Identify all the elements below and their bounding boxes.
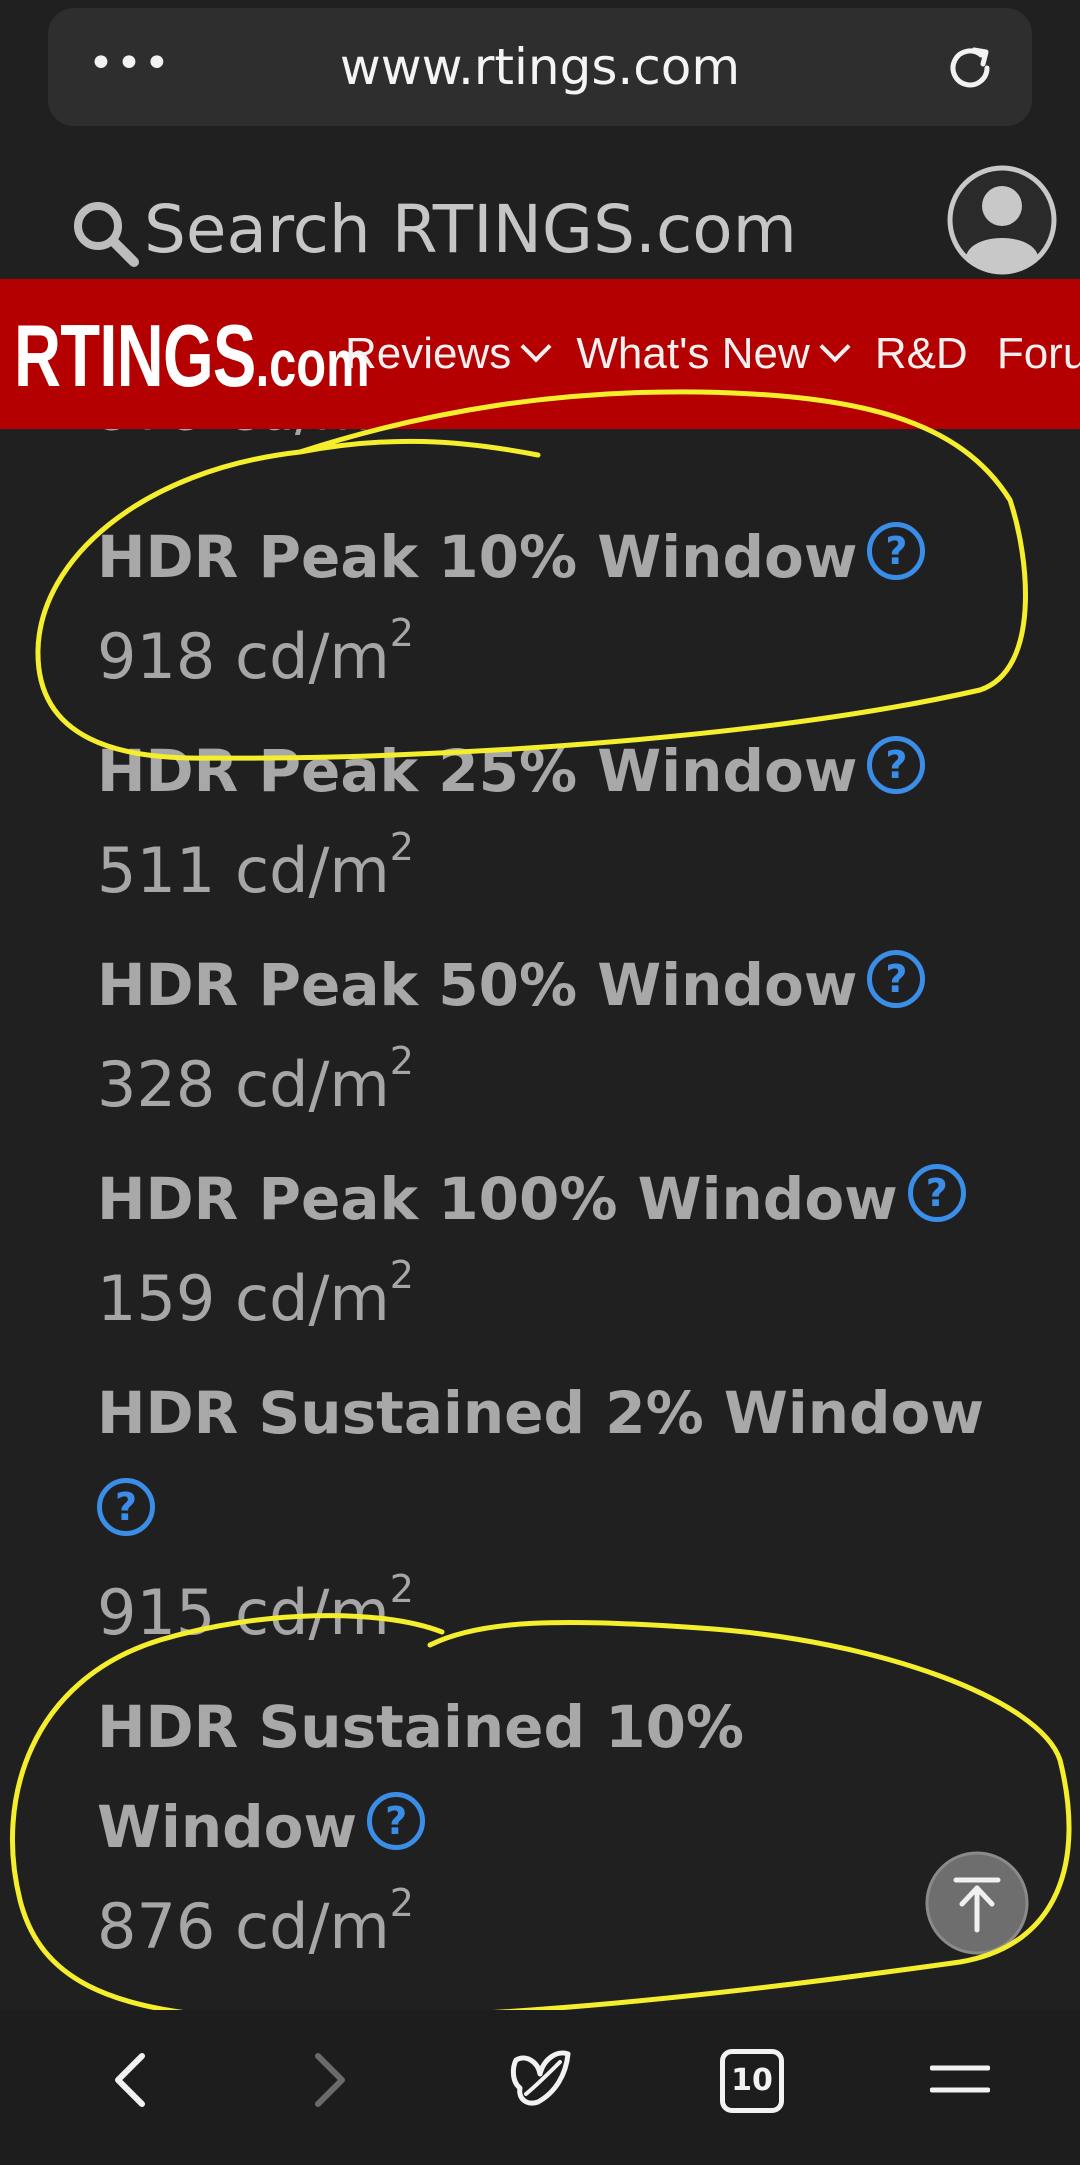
account-avatar-icon[interactable] xyxy=(946,164,1058,276)
help-icon[interactable]: ? xyxy=(367,1791,426,1850)
browser-home-icon[interactable] xyxy=(504,2044,576,2116)
nav-reviews[interactable]: Reviews xyxy=(345,279,552,429)
partial-value: 979 cd/m2 xyxy=(97,429,402,443)
search-input[interactable]: Search RTINGS.com xyxy=(144,180,797,280)
metric-label: HDR Sustained 2% Window xyxy=(97,1379,984,1447)
metric-label: HDR Peak 10% Window xyxy=(97,523,858,591)
metric-hdr-peak-50: HDR Peak 50% Window? 328 cd/m2 xyxy=(97,935,997,1135)
metric-hdr-sustained-2: HDR Sustained 2% Window ? 915 cd/m2 xyxy=(97,1363,997,1663)
chevron-down-icon xyxy=(819,331,851,363)
help-icon[interactable]: ? xyxy=(97,1477,155,1536)
test-results-list: 979 cd/m2 HDR Peak 10% Window? 918 cd/m2… xyxy=(97,429,997,2009)
nav-links: Reviews What's New R&D Foru xyxy=(345,279,1080,429)
metric-hdr-peak-25: HDR Peak 25% Window? 511 cd/m2 xyxy=(97,721,997,921)
metric-value: 876 cd/m2 xyxy=(97,1881,414,1963)
nav-whats-new[interactable]: What's New xyxy=(576,279,851,429)
scroll-to-top-button[interactable] xyxy=(924,1850,1030,1956)
help-icon[interactable]: ? xyxy=(867,735,926,794)
metric-hdr-sustained-10: HDR Sustained 10% Window? 876 cd/m2 xyxy=(97,1677,997,1977)
metric-value: 328 cd/m2 xyxy=(97,1039,414,1121)
tab-count-button[interactable]: 10 xyxy=(720,2049,784,2113)
help-icon[interactable]: ? xyxy=(867,949,926,1008)
site-nav-bar: RTINGS.com Reviews What's New R&D Foru xyxy=(0,279,1080,429)
metric-label-line2: Window xyxy=(97,1793,358,1861)
metric-label: HDR Peak 100% Window xyxy=(97,1165,898,1233)
metric-hdr-peak-10: HDR Peak 10% Window? 918 cd/m2 xyxy=(97,507,997,707)
metric-value: 511 cd/m2 xyxy=(97,825,414,907)
metric-value: 915 cd/m2 xyxy=(97,1567,414,1649)
metric-label: HDR Peak 25% Window xyxy=(97,737,858,805)
url-text[interactable]: www.rtings.com xyxy=(48,8,1032,126)
metric-label: HDR Sustained 10% xyxy=(97,1693,745,1761)
metric-value: 159 cd/m2 xyxy=(97,1253,414,1335)
reload-icon[interactable] xyxy=(942,40,998,96)
nav-rd[interactable]: R&D xyxy=(875,279,968,429)
help-icon[interactable]: ? xyxy=(907,1163,966,1222)
site-search[interactable]: Search RTINGS.com xyxy=(70,180,890,280)
back-arrow-icon[interactable] xyxy=(100,2050,160,2110)
chevron-down-icon xyxy=(520,331,552,363)
address-bar[interactable]: ••• www.rtings.com xyxy=(48,8,1032,126)
nav-forum[interactable]: Foru xyxy=(997,279,1080,429)
help-icon[interactable]: ? xyxy=(867,521,926,580)
metric-value: 918 cd/m2 xyxy=(97,611,414,693)
search-icon xyxy=(74,202,139,267)
rtings-logo[interactable]: RTINGS.com xyxy=(14,305,370,407)
metric-label: HDR Peak 50% Window xyxy=(97,951,858,1019)
forward-arrow-icon[interactable] xyxy=(300,2050,360,2110)
metric-hdr-peak-100: HDR Peak 100% Window? 159 cd/m2 xyxy=(97,1149,997,1349)
hamburger-menu-icon[interactable] xyxy=(930,2050,990,2110)
